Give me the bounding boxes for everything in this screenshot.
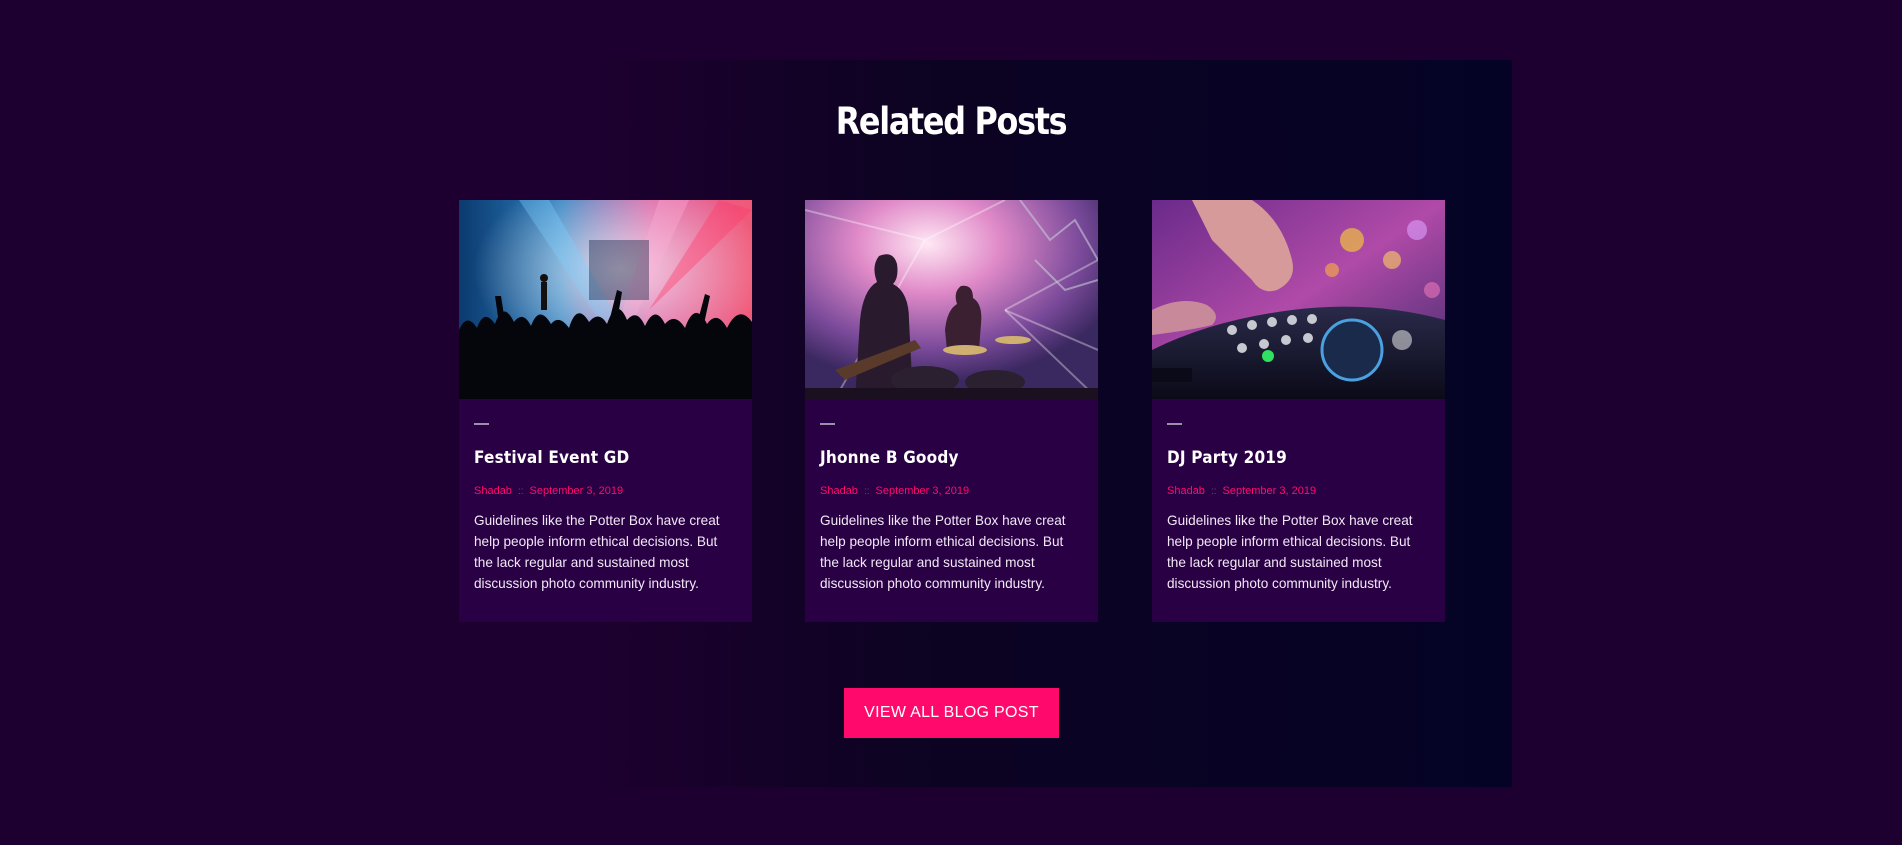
meta-separator: :: xyxy=(1210,486,1217,497)
post-date[interactable]: September 3, 2019 xyxy=(876,485,970,497)
post-meta: Shadab:: September 3, 2019 xyxy=(1167,485,1430,497)
post-card[interactable]: Jhonne B Goody Shadab:: September 3, 2019… xyxy=(805,200,1098,622)
post-excerpt: Guidelines like the Potter Box have crea… xyxy=(820,513,1066,591)
post-author[interactable]: Shadab xyxy=(1167,485,1205,497)
card-divider xyxy=(1167,423,1182,425)
post-title[interactable]: DJ Party 2019 xyxy=(1167,448,1404,468)
card-divider xyxy=(474,423,489,425)
post-date[interactable]: September 3, 2019 xyxy=(530,485,624,497)
post-title[interactable]: Festival Event GD xyxy=(474,448,711,468)
post-date[interactable]: September 3, 2019 xyxy=(1223,485,1317,497)
post-image-band-on-stage[interactable] xyxy=(805,200,1098,399)
post-image-dj-mixer[interactable] xyxy=(1152,200,1445,399)
post-meta: Shadab:: September 3, 2019 xyxy=(474,485,737,497)
meta-separator: :: xyxy=(863,486,870,497)
post-meta: Shadab:: September 3, 2019 xyxy=(820,485,1083,497)
post-author[interactable]: Shadab xyxy=(820,485,858,497)
view-all-blog-posts-button[interactable]: VIEW ALL BLOG POST xyxy=(844,688,1059,738)
post-title[interactable]: Jhonne B Goody xyxy=(820,448,1057,468)
card-divider xyxy=(820,423,835,425)
meta-separator: :: xyxy=(517,486,524,497)
post-card[interactable]: DJ Party 2019 Shadab:: September 3, 2019 … xyxy=(1152,200,1445,622)
post-author[interactable]: Shadab xyxy=(474,485,512,497)
related-posts-list: Festival Event GD Shadab:: September 3, 2… xyxy=(459,200,1445,622)
post-image-concert-crowd[interactable] xyxy=(459,200,752,399)
post-excerpt: Guidelines like the Potter Box have crea… xyxy=(1167,513,1413,591)
post-card[interactable]: Festival Event GD Shadab:: September 3, 2… xyxy=(459,200,752,622)
post-excerpt: Guidelines like the Potter Box have crea… xyxy=(474,513,720,591)
section-title: Related Posts xyxy=(835,100,1068,143)
